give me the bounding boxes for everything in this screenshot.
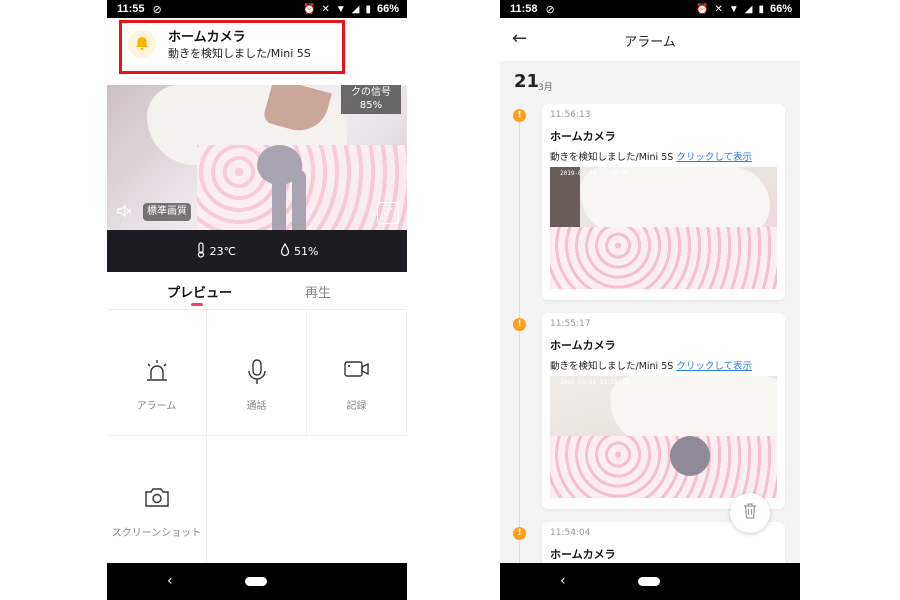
status-bar: 11:58 ⊘ ⏰ ✕ ▼ ◢ ▮ 66%	[500, 0, 800, 18]
android-nav-bar: ‹	[107, 563, 407, 600]
app-bar: ← アラーム	[500, 18, 800, 61]
humidity-reading: 51%	[280, 242, 319, 260]
alarm-title: ホームカメラ	[550, 130, 616, 143]
battery-icon: ▮	[365, 3, 371, 15]
delete-button[interactable]	[730, 493, 770, 533]
alarm-clock-icon: ⏰	[696, 3, 709, 15]
alarm-message: 動きを検知しました/Mini 5S クリックして表示	[550, 149, 752, 163]
alert-dot-icon: !	[513, 109, 526, 122]
battery-percent: 66%	[769, 3, 792, 15]
signal-label: クの信号	[351, 87, 391, 98]
temperature-reading: 23℃	[196, 241, 236, 261]
date-month: 3月	[538, 83, 553, 93]
camera-icon	[107, 486, 206, 512]
page-title: アラーム	[624, 35, 676, 50]
screenshot-action-button[interactable]: スクリーンショット	[107, 436, 207, 563]
talk-action-button[interactable]: 通話	[207, 309, 307, 436]
android-nav-bar: ‹	[500, 563, 800, 600]
record-action-label: 記録	[346, 401, 367, 412]
status-time: 11:58	[510, 3, 538, 15]
mute-bell-icon: ✕	[321, 3, 330, 15]
alarm-card[interactable]: 11:55:17 ホームカメラ 動きを検知しました/Mini 5S クリックして…	[542, 313, 785, 509]
active-tab-indicator	[191, 303, 203, 306]
view-link[interactable]: クリックして表示	[676, 361, 752, 372]
droplet-icon	[280, 242, 290, 260]
snapshot-timestamp: 2019-03-21 11:55:12	[560, 379, 629, 386]
thermometer-icon	[196, 241, 206, 261]
alarm-snapshot[interactable]: 2019-03-21 11:56:08	[550, 167, 777, 289]
tab-preview[interactable]: プレビュー	[167, 282, 232, 301]
alarm-clock-icon: ⏰	[303, 3, 316, 15]
wifi-icon: ▼	[728, 3, 739, 15]
action-grid: アラーム 通話 記録 スクリーンショット	[107, 309, 407, 563]
environment-bar: 23℃ 51%	[107, 230, 407, 272]
wifi-icon: ▼	[335, 3, 346, 15]
alert-dot-icon: !	[513, 527, 526, 540]
microphone-icon	[207, 359, 306, 389]
fullscreen-icon[interactable]: ⤢	[377, 202, 399, 224]
status-time: 11:55	[117, 3, 145, 15]
alarm-card[interactable]: 11:56:13 ホームカメラ 動きを検知しました/Mini 5S クリックして…	[542, 104, 785, 300]
record-action-button[interactable]: 記録	[307, 309, 407, 436]
left-phone-screen: 11:55 ⊘ ⏰ ✕ ▼ ◢ ▮ 66% ホームカメラ 動きを検知しました/M…	[107, 0, 407, 600]
alarm-title: ホームカメラ	[550, 339, 616, 352]
sync-icon: ⊘	[545, 3, 555, 16]
siren-icon	[107, 359, 206, 387]
talk-action-label: 通話	[246, 401, 267, 412]
mute-bell-icon: ✕	[714, 3, 723, 15]
quality-button[interactable]: 標準画質	[143, 203, 191, 221]
nav-home-pill[interactable]	[638, 577, 660, 586]
trash-icon	[743, 503, 757, 523]
snapshot-scene-sheet	[550, 227, 777, 289]
alarm-message-text: 動きを検知しました/Mini 5S	[550, 152, 677, 163]
date-day: 21	[514, 71, 540, 92]
nav-back-icon[interactable]: ‹	[167, 573, 173, 589]
nav-home-pill[interactable]	[245, 577, 267, 586]
timeline-line	[519, 111, 520, 563]
notification-title: ホームカメラ	[168, 30, 246, 45]
alarm-title: ホームカメラ	[550, 548, 616, 561]
snapshot-timestamp: 2019-03-21 11:56:08	[560, 170, 629, 177]
alarm-time: 11:54:04	[550, 528, 591, 538]
alarm-message-text: 動きを検知しました/Mini 5S	[550, 361, 677, 372]
camera-live-view[interactable]: クの信号 85% 標準画質 ⤢	[107, 85, 407, 230]
right-phone-screen: 11:58 ⊘ ⏰ ✕ ▼ ◢ ▮ 66% ← アラーム 21 3月 ! 11:…	[500, 0, 800, 600]
alarm-time: 11:55:17	[550, 319, 591, 329]
view-tabs: プレビュー 再生	[107, 272, 407, 310]
status-bar: 11:55 ⊘ ⏰ ✕ ▼ ◢ ▮ 66%	[107, 0, 407, 18]
signal-value: 85%	[359, 100, 383, 111]
battery-icon: ▮	[758, 3, 764, 15]
alarm-action-label: アラーム	[136, 401, 177, 412]
alarm-time: 11:56:13	[550, 110, 591, 120]
sync-icon: ⊘	[152, 3, 162, 16]
camera-scene-toy	[257, 145, 302, 185]
view-link[interactable]: クリックして表示	[676, 152, 752, 163]
video-camera-icon	[307, 359, 406, 383]
signal-icon: ◢	[744, 3, 753, 15]
battery-percent: 66%	[376, 3, 399, 15]
nav-back-icon[interactable]: ‹	[560, 573, 566, 589]
speaker-mute-icon[interactable]	[115, 202, 137, 224]
alert-dot-icon: !	[513, 318, 526, 331]
screenshot-action-label: スクリーンショット	[111, 528, 202, 539]
bell-icon	[128, 30, 156, 58]
humidity-value: 51%	[293, 244, 319, 258]
temperature-value: 23℃	[209, 244, 236, 258]
signal-icon: ◢	[351, 3, 360, 15]
notification-body: 動きを検知しました/Mini 5S	[168, 47, 311, 60]
notification-banner[interactable]: ホームカメラ 動きを検知しました/Mini 5S	[107, 18, 407, 85]
alarm-snapshot[interactable]: 2019-03-21 11:55:12	[550, 376, 777, 498]
snapshot-scene-sheet	[550, 436, 777, 498]
signal-strength-box: クの信号 85%	[341, 85, 401, 114]
snapshot-scene-toy	[670, 436, 710, 476]
alarm-action-button[interactable]: アラーム	[107, 309, 207, 436]
alarm-message: 動きを検知しました/Mini 5S クリックして表示	[550, 358, 752, 372]
alarm-list[interactable]: 21 3月 ! 11:56:13 ホームカメラ 動きを検知しました/Mini 5…	[500, 61, 800, 563]
tab-playback[interactable]: 再生	[305, 282, 331, 301]
